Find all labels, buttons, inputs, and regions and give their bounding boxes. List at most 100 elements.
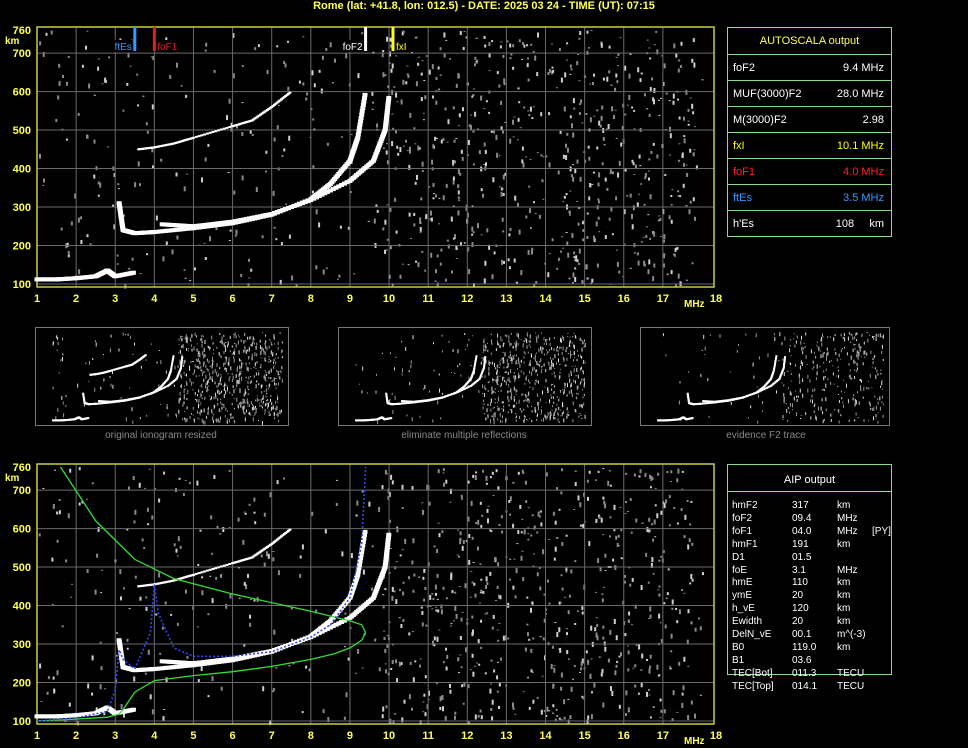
x-tick-label: 6: [230, 730, 236, 742]
noise-dot: [278, 376, 280, 378]
noise-dot: [641, 522, 644, 524]
noise-dot: [245, 402, 247, 404]
trace-point: [475, 355, 478, 358]
noise-dot: [542, 156, 545, 158]
noise-dot: [551, 373, 553, 375]
noise-dot: [249, 412, 251, 416]
noise-dot: [383, 637, 386, 640]
noise-dot: [658, 674, 661, 676]
noise-dot: [675, 608, 678, 610]
noise-dot: [454, 160, 456, 164]
noise-dot: [480, 234, 483, 236]
noise-dot: [411, 417, 413, 422]
noise-dot: [563, 106, 566, 112]
noise-dot: [628, 611, 631, 616]
noise-dot: [275, 400, 277, 404]
noise-dot: [540, 346, 542, 351]
noise-dot: [677, 195, 680, 197]
noise-dot: [540, 709, 543, 715]
noise-dot: [279, 410, 281, 415]
noise-dot: [451, 270, 453, 274]
noise-dot: [638, 475, 641, 478]
noise-dot: [384, 648, 387, 653]
noise-dot: [94, 589, 97, 595]
noise-dot: [335, 503, 338, 506]
noise-dot: [471, 581, 474, 584]
noise-dot: [456, 554, 459, 556]
noise-dot: [97, 194, 100, 197]
trace-point: [217, 129, 221, 132]
noise-dot: [474, 665, 477, 667]
noise-dot: [687, 544, 690, 550]
noise-dot: [549, 416, 551, 421]
noise-dot: [543, 342, 545, 345]
noise-dot: [182, 403, 184, 407]
noise-dot: [99, 684, 102, 690]
noise-dot: [579, 502, 582, 508]
noise-dot: [321, 55, 324, 60]
noise-dot: [498, 623, 501, 624]
noise-dot: [564, 72, 567, 78]
noise-dot: [245, 350, 247, 354]
noise-dot: [539, 510, 542, 513]
noise-dot: [213, 404, 215, 409]
noise-dot: [534, 354, 536, 359]
noise-dot: [201, 383, 203, 388]
noise-dot: [501, 357, 503, 361]
noise-dot: [199, 353, 201, 358]
noise-dot: [795, 390, 796, 392]
noise-dot: [503, 405, 505, 408]
noise-dot: [485, 417, 486, 421]
noise-dot: [255, 409, 257, 414]
noise-dot: [401, 549, 404, 551]
noise-dot: [561, 335, 563, 339]
noise-dot: [813, 351, 815, 354]
noise-dot: [410, 365, 412, 367]
noise-dot: [649, 194, 652, 200]
x-tick-label: 9: [347, 730, 353, 742]
noise-dot: [693, 62, 696, 68]
noise-dot: [211, 676, 214, 682]
noise-dot: [452, 205, 455, 207]
noise-dot: [403, 699, 406, 704]
noise-dot: [452, 106, 455, 110]
x-tick-label: 11: [422, 730, 434, 742]
noise-dot: [665, 92, 668, 95]
noise-dot: [548, 362, 550, 366]
noise-dot: [131, 257, 134, 261]
noise-dot: [274, 382, 276, 386]
noise-dot: [626, 511, 629, 512]
noise-dot: [609, 535, 611, 538]
noise-dot: [678, 609, 681, 615]
noise-dot: [527, 632, 529, 637]
noise-dot: [814, 403, 816, 406]
noise-dot: [200, 402, 202, 404]
noise-dot: [796, 336, 798, 339]
noise-dot: [504, 352, 506, 357]
noise-dot: [485, 585, 487, 589]
noise-dot: [675, 53, 678, 58]
noise-dot: [687, 665, 690, 667]
noise-dot: [229, 593, 232, 599]
noise-dot: [826, 347, 828, 351]
noise-dot: [499, 362, 501, 366]
noise-dot: [591, 691, 593, 694]
y-unit-label: km: [5, 36, 20, 47]
noise-dot: [240, 401, 242, 405]
noise-dot: [455, 257, 458, 259]
noise-dot: [507, 366, 509, 368]
noise-dot: [683, 535, 686, 539]
noise-dot: [862, 396, 864, 399]
noise-dot: [265, 344, 266, 349]
noise-dot: [419, 664, 421, 668]
noise-dot: [500, 389, 502, 392]
noise-dot: [649, 474, 651, 479]
noise-dot: [267, 400, 269, 402]
noise-dot: [250, 401, 252, 405]
noise-dot: [227, 172, 230, 173]
noise-dot: [545, 415, 547, 420]
noise-dot: [666, 592, 669, 596]
noise-dot: [536, 373, 538, 376]
noise-dot: [678, 661, 681, 666]
noise-dot: [530, 648, 533, 653]
